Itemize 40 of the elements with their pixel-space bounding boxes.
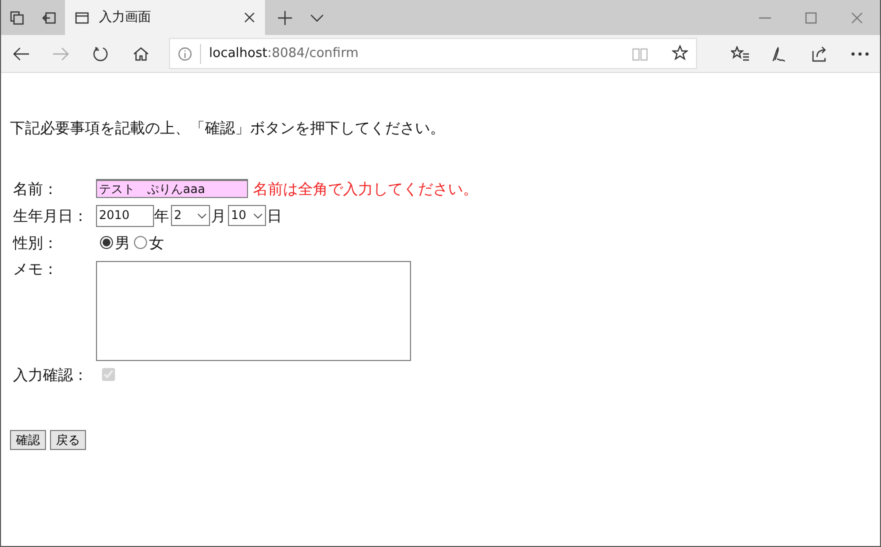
more-icon[interactable] [851, 52, 869, 56]
home-icon[interactable] [133, 46, 149, 62]
select-field[interactable]: 10 [228, 205, 266, 226]
field-label: 生年月日： [12, 206, 89, 224]
instruction-text: 下記必要事項を記載の上、「確認」ボタンを押下してください。 [10, 119, 446, 137]
field-label: メモ： [12, 259, 59, 278]
refresh-icon[interactable] [93, 46, 109, 62]
radio-label: 女 [149, 234, 164, 252]
info-icon[interactable] [178, 46, 192, 60]
back-icon[interactable] [13, 46, 29, 60]
new-tab-icon[interactable] [278, 10, 292, 24]
year-input[interactable]: 2010 [96, 204, 154, 226]
memo-field[interactable] [96, 261, 411, 361]
page-icon [75, 12, 89, 24]
field-label: 名前： [12, 180, 59, 198]
select-field[interactable]: 2 [171, 205, 210, 226]
radio-button[interactable] [100, 236, 113, 249]
browser-tab[interactable]: 入力画面 [65, 0, 265, 35]
radio-label: 男 [115, 234, 130, 252]
form-button[interactable]: 戻る [50, 430, 86, 450]
unit-label: 日 [267, 206, 282, 224]
share-icon[interactable] [812, 46, 828, 62]
unit-label: 月 [211, 206, 226, 224]
field-label: 性別： [12, 234, 59, 252]
tab-stack-icon[interactable] [10, 10, 24, 24]
field-label: 入力確認： [12, 366, 89, 384]
tab-aside-icon[interactable] [42, 12, 56, 24]
favorites-icon[interactable] [731, 46, 749, 62]
maximize-icon[interactable] [805, 12, 817, 24]
name-input[interactable]: テスト ぷりんaaa [96, 179, 248, 198]
tab-title: 入力画面 [99, 10, 152, 26]
star-icon[interactable] [672, 45, 688, 62]
caret-icon [253, 212, 263, 218]
unit-label: 年 [154, 206, 169, 224]
form-button[interactable]: 確認 [10, 430, 46, 450]
chevron-down-icon[interactable] [310, 14, 324, 22]
close-icon[interactable] [244, 12, 255, 23]
error-message: 名前は全角で入力してください。 [253, 180, 478, 198]
caret-icon [197, 212, 207, 218]
radio-button[interactable] [134, 236, 147, 249]
